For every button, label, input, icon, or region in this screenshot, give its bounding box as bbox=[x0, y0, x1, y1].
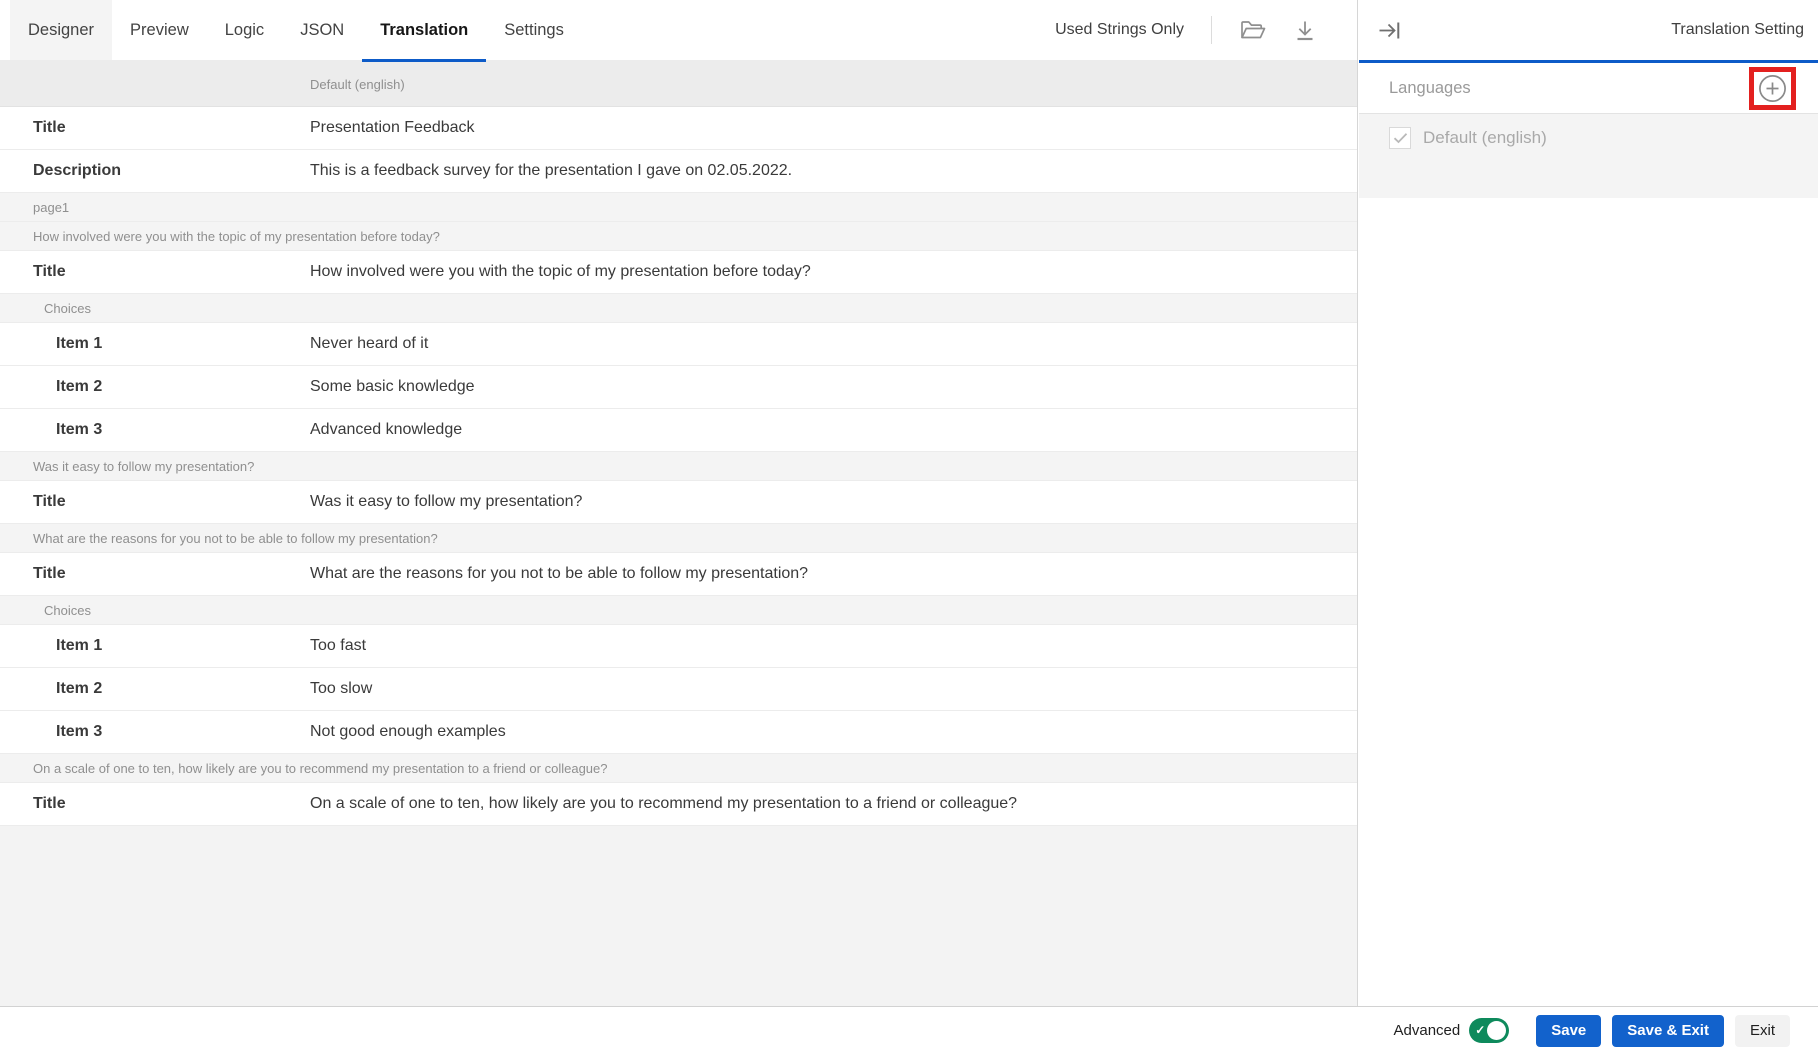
tab[interactable]: Designer bbox=[10, 0, 112, 60]
table-row: Title On a scale of one to ten, how like… bbox=[0, 783, 1357, 826]
export-button[interactable] bbox=[1293, 18, 1317, 43]
row-label: Item 2 bbox=[0, 680, 310, 698]
panel-header: Translation Setting bbox=[1359, 0, 1818, 60]
tab-bar: Designer Preview Logic JSON Translation … bbox=[0, 0, 1357, 62]
add-language-button[interactable] bbox=[1758, 74, 1787, 103]
tab-label: Designer bbox=[28, 21, 94, 40]
translation-settings-panel: Translation Setting Languages bbox=[1359, 0, 1818, 1006]
languages-header: Languages bbox=[1359, 63, 1818, 114]
tab[interactable]: Logic bbox=[207, 0, 282, 60]
row-label: Item 3 bbox=[0, 421, 310, 439]
survey-creator-translation-page: Designer Preview Logic JSON Translation … bbox=[0, 0, 1818, 1054]
table-row: Item 3 Advanced knowledge bbox=[0, 409, 1357, 452]
advanced-toggle-label: Advanced bbox=[1394, 1022, 1461, 1039]
row-label: Title bbox=[0, 493, 310, 511]
row-label: Title bbox=[0, 795, 310, 813]
row-label: Item 1 bbox=[0, 335, 310, 353]
default-language-checkbox[interactable] bbox=[1389, 127, 1411, 149]
annotation-highlight bbox=[1749, 67, 1796, 110]
toggle-check-icon: ✓ bbox=[1475, 1022, 1485, 1039]
translation-table: Default (english) Title Presentation Fee… bbox=[0, 62, 1357, 826]
tab[interactable]: Translation bbox=[362, 0, 486, 60]
download-icon bbox=[1293, 18, 1317, 43]
language-item-default: Default (english) bbox=[1389, 127, 1788, 149]
table-section-row: Was it easy to follow my presentation? bbox=[0, 452, 1357, 481]
exit-button[interactable]: Exit bbox=[1735, 1015, 1790, 1047]
table-section-row: Choices bbox=[0, 294, 1357, 323]
save-and-exit-button[interactable]: Save & Exit bbox=[1612, 1015, 1724, 1047]
table-section-row: On a scale of one to ten, how likely are… bbox=[0, 754, 1357, 783]
table-row: Item 1 Too fast bbox=[0, 625, 1357, 668]
section-label: Was it easy to follow my presentation? bbox=[33, 459, 254, 474]
row-label: Title bbox=[0, 565, 310, 583]
tab[interactable]: Preview bbox=[112, 0, 207, 60]
row-label: Item 1 bbox=[0, 637, 310, 655]
row-value-cell[interactable]: This is a feedback survey for the presen… bbox=[310, 162, 1357, 180]
row-value-cell[interactable]: Advanced knowledge bbox=[310, 421, 1357, 439]
panel-title: Translation Setting bbox=[1671, 21, 1804, 39]
toolbar-divider bbox=[1211, 16, 1212, 44]
row-value-cell[interactable]: Was it easy to follow my presentation? bbox=[310, 493, 1357, 511]
toggle-knob bbox=[1487, 1021, 1506, 1040]
row-value-cell[interactable]: On a scale of one to ten, how likely are… bbox=[310, 795, 1357, 813]
row-value-cell[interactable]: Too slow bbox=[310, 680, 1357, 698]
table-section-row: page1 bbox=[0, 193, 1357, 222]
checkmark-icon bbox=[1393, 132, 1408, 144]
tab-label: Preview bbox=[130, 21, 189, 40]
tab-label: Logic bbox=[225, 21, 264, 40]
default-language-column-header: Default (english) bbox=[310, 77, 405, 92]
tab-label: Settings bbox=[504, 21, 564, 40]
languages-header-label: Languages bbox=[1389, 79, 1471, 98]
row-value-cell[interactable]: Some basic knowledge bbox=[310, 378, 1357, 396]
row-label: Item 3 bbox=[0, 723, 310, 741]
table-section-row: How involved were you with the topic of … bbox=[0, 222, 1357, 251]
table-row: Item 2 Some basic knowledge bbox=[0, 366, 1357, 409]
table-row: Description This is a feedback survey fo… bbox=[0, 150, 1357, 193]
table-row: Title How involved were you with the top… bbox=[0, 251, 1357, 294]
row-value-cell[interactable]: What are the reasons for you not to be a… bbox=[310, 565, 1357, 583]
table-row: Title Was it easy to follow my presentat… bbox=[0, 481, 1357, 524]
import-button[interactable] bbox=[1239, 18, 1266, 42]
collapse-panel-button[interactable] bbox=[1377, 18, 1402, 43]
languages-list: Default (english) bbox=[1359, 114, 1818, 198]
section-label: Choices bbox=[44, 603, 91, 618]
table-row: Title Presentation Feedback bbox=[0, 107, 1357, 150]
table-row: Title What are the reasons for you not t… bbox=[0, 553, 1357, 596]
tab-label: Translation bbox=[380, 21, 468, 40]
tab[interactable]: JSON bbox=[282, 0, 362, 60]
row-label: Description bbox=[0, 162, 310, 180]
section-label: page1 bbox=[33, 200, 69, 215]
translation-main-area: Designer Preview Logic JSON Translation … bbox=[0, 0, 1358, 1006]
section-label: On a scale of one to ten, how likely are… bbox=[33, 761, 608, 776]
table-section-row: Choices bbox=[0, 596, 1357, 625]
table-row: Item 2 Too slow bbox=[0, 668, 1357, 711]
row-value-cell[interactable]: How involved were you with the topic of … bbox=[310, 263, 1357, 281]
section-label: How involved were you with the topic of … bbox=[33, 229, 440, 244]
plus-circle-icon bbox=[1758, 74, 1787, 103]
section-label: Choices bbox=[44, 301, 91, 316]
row-value-cell[interactable]: Presentation Feedback bbox=[310, 119, 1357, 137]
tab[interactable]: Settings bbox=[486, 0, 582, 60]
table-section-row: What are the reasons for you not to be a… bbox=[0, 524, 1357, 553]
language-item-label: Default (english) bbox=[1423, 128, 1547, 148]
row-value-cell[interactable]: Not good enough examples bbox=[310, 723, 1357, 741]
toolbar: Used Strings Only bbox=[1055, 0, 1357, 60]
row-label: Title bbox=[0, 119, 310, 137]
row-label: Item 2 bbox=[0, 378, 310, 396]
section-label: What are the reasons for you not to be a… bbox=[33, 531, 438, 546]
collapse-panel-icon bbox=[1377, 18, 1402, 43]
table-row: Item 3 Not good enough examples bbox=[0, 711, 1357, 754]
row-value-cell[interactable]: Too fast bbox=[310, 637, 1357, 655]
footer-action-bar: Advanced ✓ Save Save & Exit Exit bbox=[0, 1006, 1818, 1054]
row-value-cell[interactable]: Never heard of it bbox=[310, 335, 1357, 353]
tab-label: JSON bbox=[300, 21, 344, 40]
table-row: Item 1 Never heard of it bbox=[0, 323, 1357, 366]
row-label: Title bbox=[0, 263, 310, 281]
view-tabs: Designer Preview Logic JSON Translation … bbox=[10, 0, 582, 60]
used-strings-only-filter[interactable]: Used Strings Only bbox=[1055, 21, 1184, 39]
table-column-header-row: Default (english) bbox=[0, 62, 1357, 107]
advanced-toggle[interactable]: ✓ bbox=[1469, 1018, 1509, 1043]
save-button[interactable]: Save bbox=[1536, 1015, 1601, 1047]
folder-open-icon bbox=[1239, 18, 1266, 42]
